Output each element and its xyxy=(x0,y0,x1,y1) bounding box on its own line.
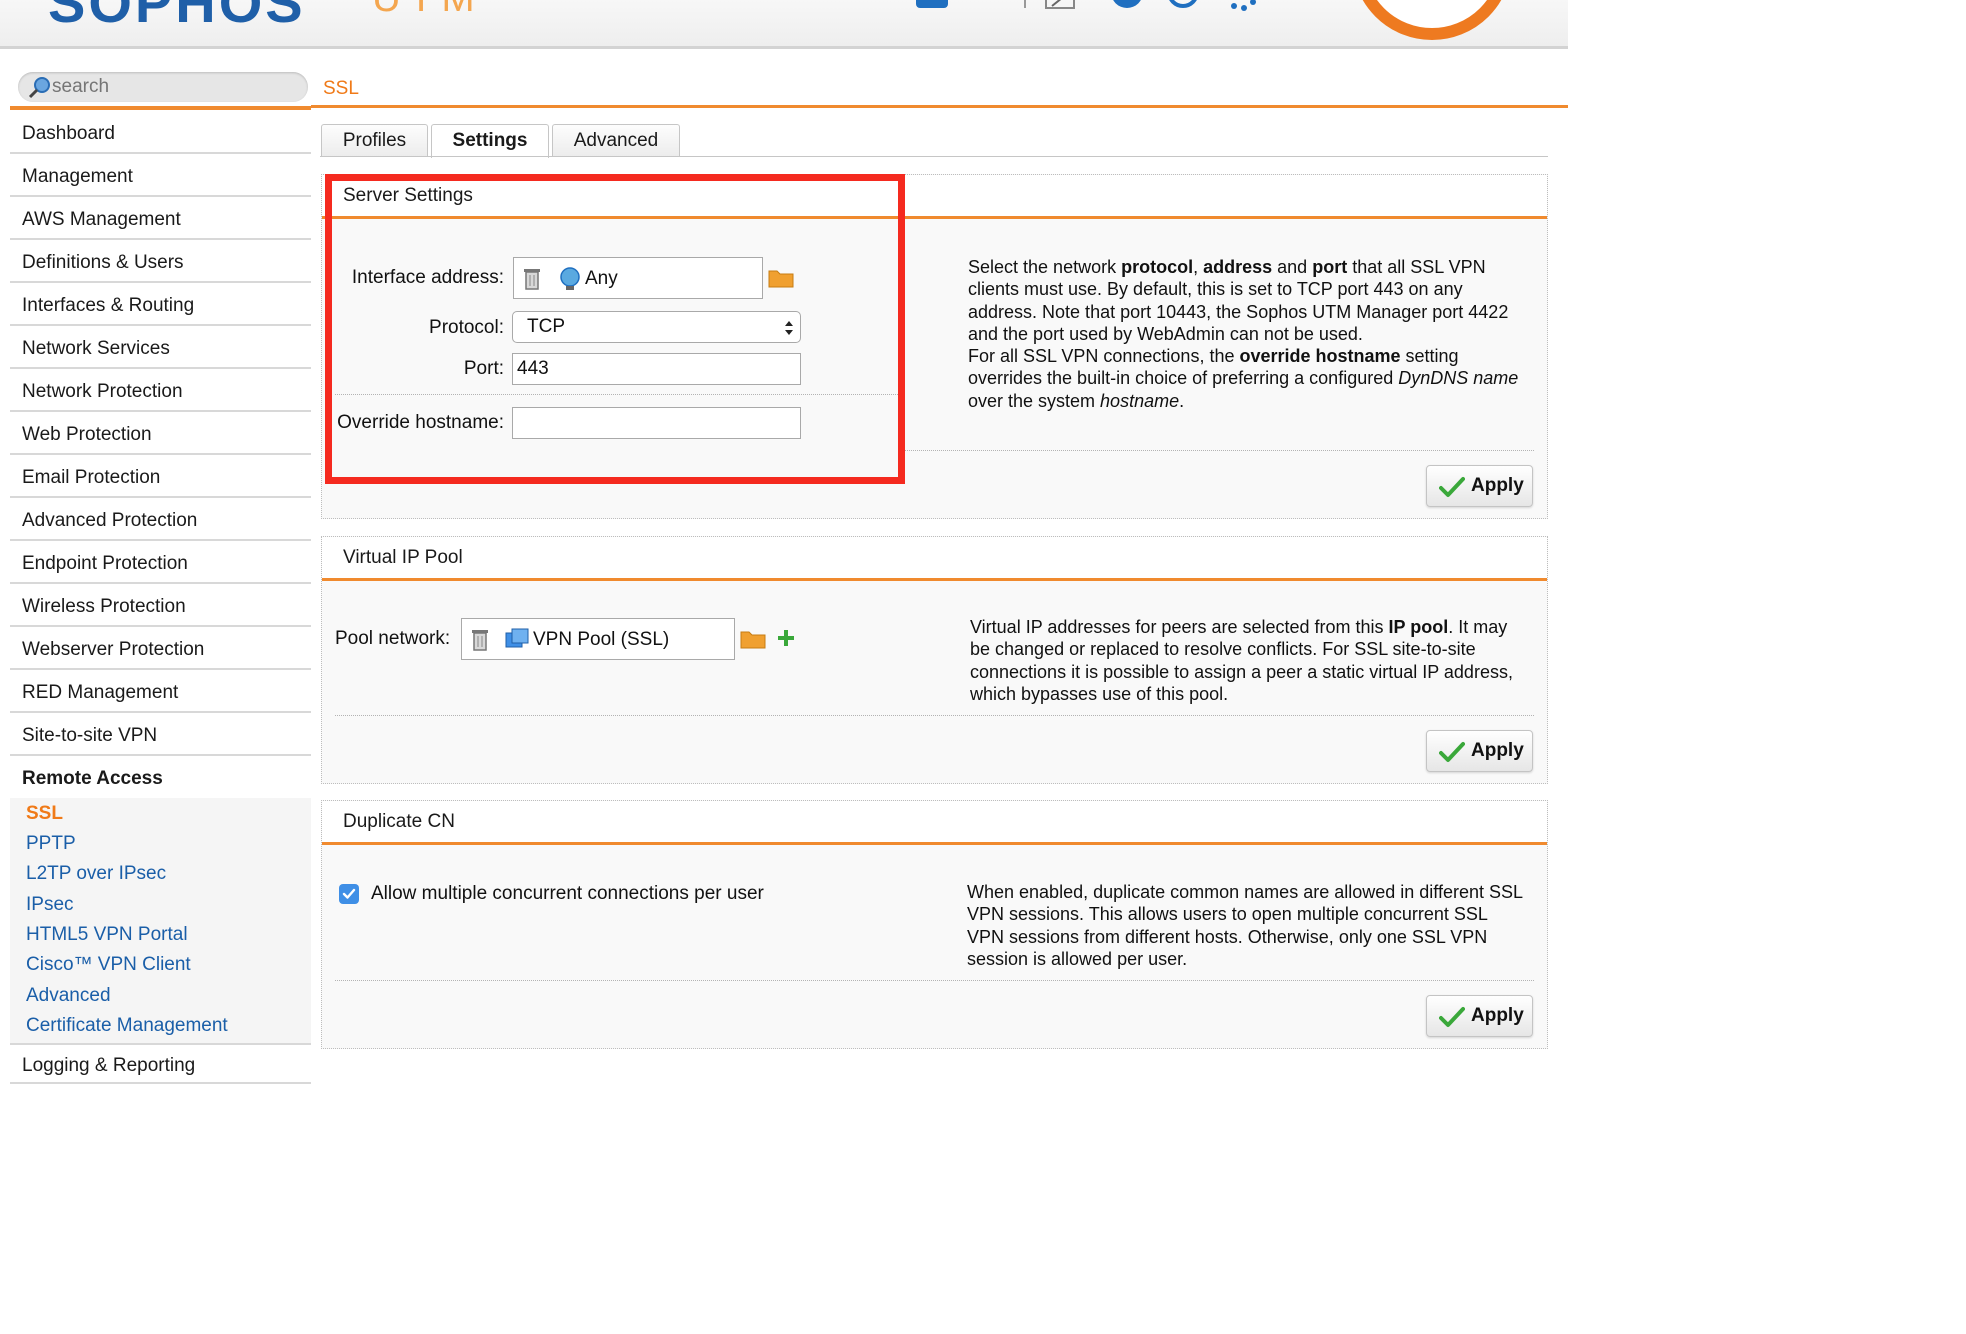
edit-icon[interactable] xyxy=(1044,0,1078,10)
allow-concurrent-label[interactable]: Allow multiple concurrent connections pe… xyxy=(371,883,764,905)
page-title: SSL xyxy=(323,78,359,99)
sidebar-item-wireless-protection[interactable]: Wireless Protection xyxy=(10,586,311,627)
apply-label: Apply xyxy=(1471,740,1524,761)
server-settings-apply-button[interactable]: Apply xyxy=(1426,465,1533,507)
divider-icon xyxy=(1024,0,1026,8)
sophos-logo: SOPHOS xyxy=(48,0,306,34)
globe-network-icon xyxy=(560,267,580,290)
pool-network-value: VPN Pool (SSL) xyxy=(533,629,670,650)
folder-icon[interactable] xyxy=(740,628,766,650)
virtual-ip-pool-title: Virtual IP Pool xyxy=(322,537,1547,581)
submenu-item-pptp[interactable]: PPTP xyxy=(26,830,76,858)
interface-address-field[interactable]: Any xyxy=(513,257,763,299)
trash-icon[interactable] xyxy=(470,628,490,652)
sidebar-accent-rule xyxy=(10,106,311,110)
virtual-ip-pool-apply-button[interactable]: Apply xyxy=(1426,730,1533,772)
submenu-item-l2tp-ipsec[interactable]: L2TP over IPsec xyxy=(26,860,166,888)
sidebar-item-remote-access[interactable]: Remote Access xyxy=(10,758,311,799)
sidebar-item-email-protection[interactable]: Email Protection xyxy=(10,457,311,498)
pool-network-field[interactable]: VPN Pool (SSL) xyxy=(461,618,735,660)
panel-separator xyxy=(335,715,1534,716)
sidebar-item-management[interactable]: Management xyxy=(10,156,311,197)
sidebar-item-logging-reporting[interactable]: Logging & Reporting xyxy=(10,1043,311,1084)
plus-icon[interactable] xyxy=(776,628,796,648)
magnifier-icon xyxy=(28,77,50,99)
submenu-item-certificate-management[interactable]: Certificate Management xyxy=(26,1012,228,1040)
title-accent-rule xyxy=(311,105,1568,108)
tab-profiles[interactable]: Profiles xyxy=(321,124,428,157)
interface-address-value: Any xyxy=(585,268,618,289)
sidebar-item-network-protection[interactable]: Network Protection xyxy=(10,371,311,412)
trash-icon[interactable] xyxy=(522,267,542,291)
server-settings-title: Server Settings xyxy=(322,175,1547,219)
sidebar-item-web-protection[interactable]: Web Protection xyxy=(10,414,311,455)
apply-label: Apply xyxy=(1471,1005,1524,1026)
search-input[interactable] xyxy=(52,75,302,99)
apply-label: Apply xyxy=(1471,475,1524,496)
submenu-item-html5-vpn-portal[interactable]: HTML5 VPN Portal xyxy=(26,921,188,949)
tab-settings[interactable]: Settings xyxy=(431,124,549,158)
sidebar-item-interfaces-routing[interactable]: Interfaces & Routing xyxy=(10,285,311,326)
help-icon[interactable] xyxy=(1110,0,1144,12)
server-settings-help: Select the network protocol, address and… xyxy=(968,257,1519,411)
submenu-item-ssl[interactable]: SSL xyxy=(26,800,63,828)
checkmark-icon xyxy=(1439,477,1465,497)
pool-network-label: Pool network: xyxy=(335,628,451,649)
panel-separator xyxy=(905,450,1534,451)
sidebar-item-aws-management[interactable]: AWS Management xyxy=(10,199,311,240)
sidebar-item-site-to-site-vpn[interactable]: Site-to-site VPN xyxy=(10,715,311,756)
allow-concurrent-checkbox[interactable] xyxy=(339,884,359,904)
sidebar-item-endpoint-protection[interactable]: Endpoint Protection xyxy=(10,543,311,584)
sidebar-item-advanced-protection[interactable]: Advanced Protection xyxy=(10,500,311,541)
interface-address-label: Interface address: xyxy=(351,267,504,288)
refresh-icon[interactable] xyxy=(1166,0,1200,12)
protocol-value: TCP xyxy=(527,316,565,337)
sidebar-item-network-services[interactable]: Network Services xyxy=(10,328,311,369)
override-hostname-label: Override hostname: xyxy=(337,412,504,433)
submenu-item-advanced[interactable]: Advanced xyxy=(26,982,111,1010)
override-hostname-input[interactable] xyxy=(512,407,801,439)
panel-separator xyxy=(335,980,1534,981)
checkmark-icon xyxy=(1439,742,1465,762)
tab-advanced[interactable]: Advanced xyxy=(552,124,680,157)
protocol-select[interactable]: TCP xyxy=(512,311,801,343)
duplicate-cn-apply-button[interactable]: Apply xyxy=(1426,995,1533,1037)
search-box[interactable] xyxy=(18,72,308,102)
submenu-item-cisco-vpn-client[interactable]: Cisco™ VPN Client xyxy=(26,951,191,979)
duplicate-cn-title: Duplicate CN xyxy=(322,801,1547,845)
checkmark-icon xyxy=(342,888,356,899)
port-input[interactable] xyxy=(512,353,801,385)
sidebar-item-webserver-protection[interactable]: Webserver Protection xyxy=(10,629,311,670)
product-name: UTM xyxy=(372,0,483,21)
select-arrows-icon xyxy=(785,321,793,335)
virtual-ip-pool-help: Virtual IP addresses for peers are selec… xyxy=(970,617,1513,704)
folder-icon[interactable] xyxy=(768,267,794,289)
network-pool-icon xyxy=(505,628,529,648)
checkmark-icon xyxy=(1439,1007,1465,1027)
submenu-item-ipsec[interactable]: IPsec xyxy=(26,891,74,919)
port-label: Port: xyxy=(463,358,504,379)
user-icon[interactable] xyxy=(912,0,952,10)
top-header: SOPHOS UTM xyxy=(0,0,1568,49)
sidebar-item-red-management[interactable]: RED Management xyxy=(10,672,311,713)
sidebar-item-definitions-users[interactable]: Definitions & Users xyxy=(10,242,311,283)
settings-dots-icon[interactable] xyxy=(1226,0,1260,12)
sidebar-item-dashboard[interactable]: Dashboard xyxy=(10,113,311,154)
sidebar: Dashboard Management AWS Management Defi… xyxy=(10,66,311,1084)
field-separator xyxy=(335,394,898,395)
tabs-rule xyxy=(320,156,1548,157)
duplicate-cn-help: When enabled, duplicate common names are… xyxy=(967,882,1523,969)
status-dial-icon xyxy=(1352,0,1512,40)
protocol-label: Protocol: xyxy=(429,317,504,338)
